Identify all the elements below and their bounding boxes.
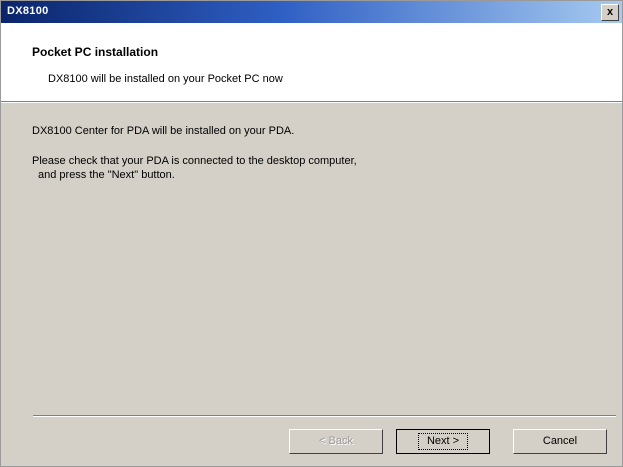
install-info-text: DX8100 Center for PDA will be installed … (32, 125, 295, 137)
cancel-button[interactable]: Cancel (513, 429, 607, 454)
back-button[interactable]: < Back (289, 429, 383, 454)
title-bar[interactable]: DX8100 x (1, 1, 622, 23)
next-button-label: Next > (417, 433, 469, 450)
instruction-text-line1: Please check that your PDA is connected … (32, 155, 357, 167)
footer-divider (33, 415, 616, 417)
page-title: Pocket PC installation (32, 45, 159, 59)
instruction-text-line2: and press the "Next" button. (38, 169, 175, 181)
wizard-header: Pocket PC installation DX8100 will be in… (1, 23, 622, 101)
page-subtitle: DX8100 will be installed on your Pocket … (48, 73, 283, 85)
next-button[interactable]: Next > (396, 429, 490, 454)
window-title: DX8100 (7, 5, 49, 17)
close-button[interactable]: x (601, 4, 619, 21)
installer-dialog: DX8100 x Pocket PC installation DX8100 w… (0, 0, 623, 467)
header-divider (1, 101, 622, 103)
